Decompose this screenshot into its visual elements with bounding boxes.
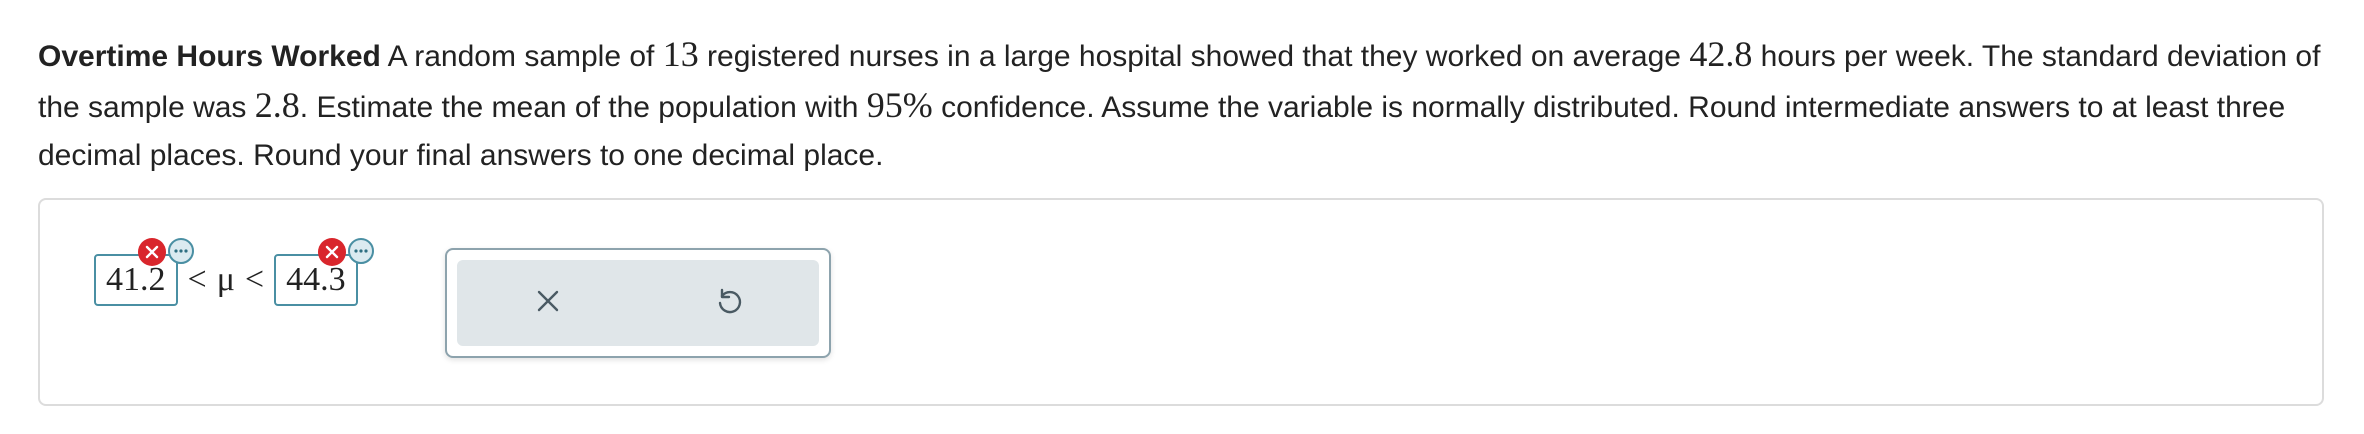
problem-title: Overtime Hours Worked [38,40,381,73]
sample-sd: 2.8 [254,85,300,125]
problem-statement: Overtime Hours Worked A random sample of… [38,30,2338,180]
ellipsis-icon[interactable] [347,238,374,264]
confidence-level: 95% [866,85,933,125]
problem-text-2: registered nurses in a large hospital sh… [698,40,1690,73]
upper-bound-value: 44.3 [286,261,346,298]
x-circle-icon [317,238,346,266]
less-than-sign: < [187,261,207,298]
clear-button[interactable] [457,260,638,346]
answer-tools [457,260,819,346]
sample-mean: 42.8 [1689,34,1753,74]
lower-bound-value: 41.2 [106,261,166,298]
problem-text-1: A random sample of [380,40,663,73]
undo-button[interactable] [638,260,819,346]
sample-size: 13 [662,34,699,74]
x-circle-icon [137,238,166,266]
less-than-sign: < [244,261,265,298]
undo-icon [713,285,745,322]
mu-symbol: μ [216,261,235,298]
upper-bound-input[interactable]: 44.3 [274,238,374,306]
answer-panel: 41.2 < μ < 44.3 [38,198,2324,406]
lower-bound-input[interactable]: 41.2 [94,238,194,306]
confidence-interval-inequality: 41.2 < μ < 44.3 [94,238,374,308]
answer-tools-panel [445,248,831,358]
problem-text-4: . Estimate the mean of the population wi… [299,91,867,124]
close-icon [533,286,563,321]
ellipsis-icon[interactable] [167,238,194,264]
